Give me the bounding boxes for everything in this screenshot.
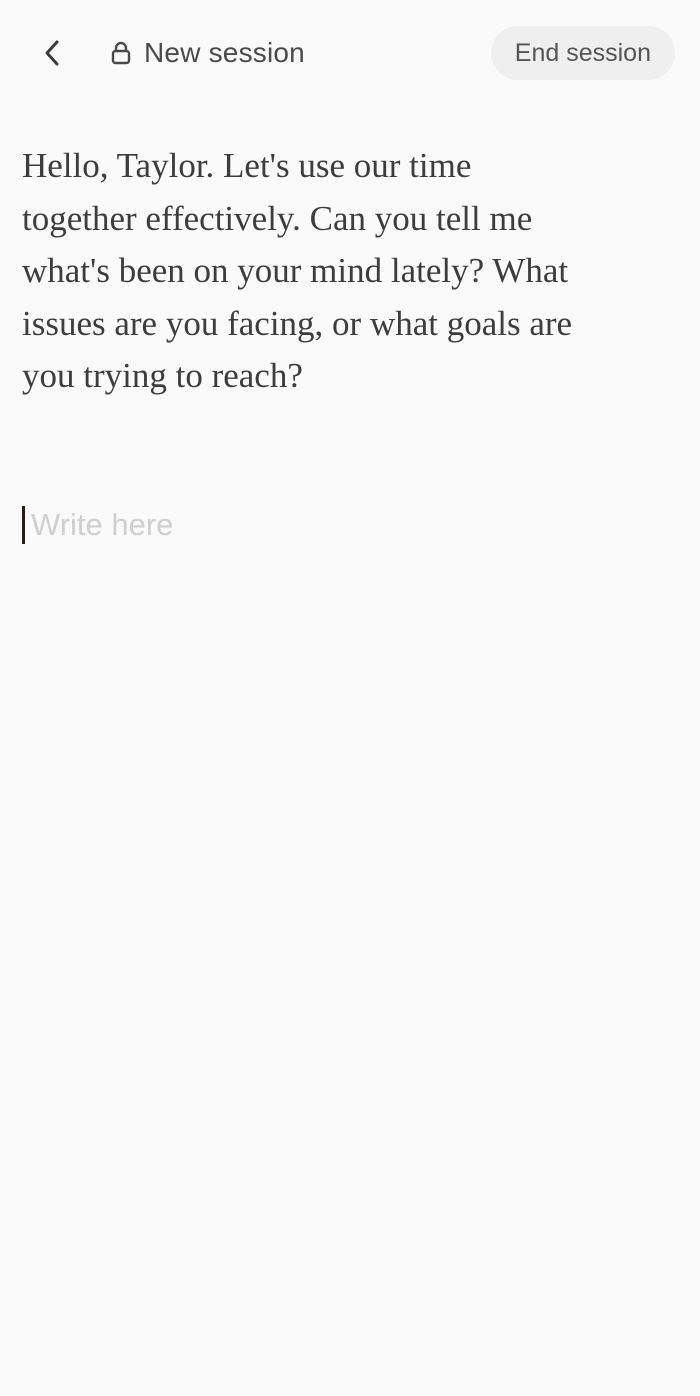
write-area[interactable] — [22, 500, 672, 550]
lock-icon — [110, 41, 132, 65]
back-button[interactable] — [28, 28, 78, 78]
write-input[interactable] — [31, 501, 631, 549]
text-cursor — [22, 506, 25, 544]
session-title-group: New session — [110, 30, 305, 76]
top-bar: New session End session — [0, 0, 700, 106]
assistant-message: Hello, Taylor. Let's use our time togeth… — [22, 146, 573, 395]
chevron-left-icon — [45, 40, 59, 66]
page-title: New session — [144, 37, 305, 68]
end-session-button[interactable]: End session — [490, 26, 675, 80]
